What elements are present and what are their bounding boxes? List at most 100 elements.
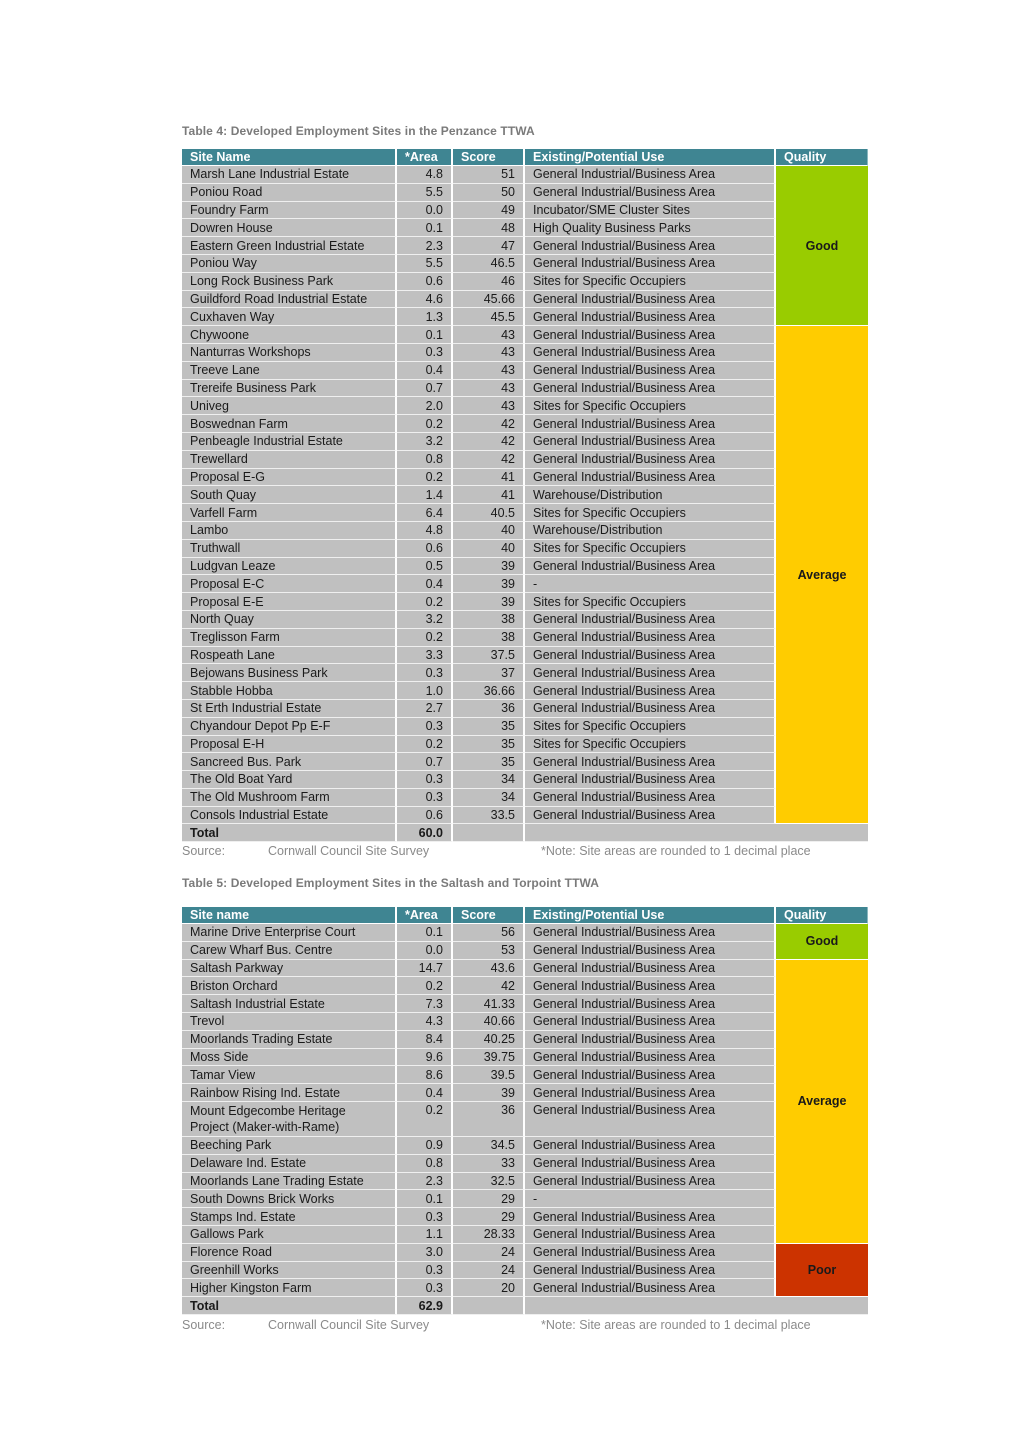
- total-area: 60.0: [397, 824, 453, 843]
- site-name-cell: Proposal E-H: [182, 735, 397, 754]
- site-name-cell: Beeching Park: [182, 1136, 397, 1155]
- table-row: Univeg 2.0 43 Sites for Specific Occupiers: [182, 397, 868, 416]
- area-cell: 8.4: [397, 1030, 453, 1049]
- table-row: St Erth Industrial Estate 2.7 36 General In…: [182, 699, 868, 718]
- use-cell: General Industrial/Business Area: [525, 682, 776, 700]
- area-note: *Note: Site areas are rounded to 1 decim…: [541, 844, 811, 858]
- use-cell: General Industrial/Business Area: [525, 1136, 776, 1155]
- use-cell: General Industrial/Business Area: [525, 379, 776, 398]
- site-name-cell: Marsh Lane Industrial Estate: [182, 166, 397, 184]
- use-cell: General Industrial/Business Area: [525, 254, 776, 273]
- site-name-cell: Proposal E-C: [182, 575, 397, 594]
- total-row: Total 62.9: [182, 1297, 868, 1315]
- use-cell: Sites for Specific Occupiers: [525, 397, 776, 416]
- use-cell: General Industrial/Business Area: [525, 610, 776, 629]
- site-name-cell: Rainbow Rising Ind. Estate: [182, 1084, 397, 1102]
- score-cell: 20: [453, 1279, 525, 1298]
- quality-badge-poor: Poor: [776, 1243, 868, 1298]
- site-name-cell: Saltash Parkway: [182, 959, 397, 978]
- source-value: Cornwall Council Site Survey: [268, 1318, 430, 1332]
- score-cell: 36: [453, 1101, 525, 1137]
- score-cell: 50: [453, 183, 525, 202]
- table-row: Consols Industrial Estate 0.6 33.5 General …: [182, 806, 868, 825]
- site-name-cell: Cuxhaven Way: [182, 308, 397, 327]
- table-row: Proposal E-H 0.2 35 Sites for Specific Occu…: [182, 735, 868, 754]
- site-name-cell: Moorlands Lane Trading Estate: [182, 1172, 397, 1191]
- area-cell: 0.4: [397, 361, 453, 380]
- area-cell: 0.3: [397, 664, 453, 683]
- score-cell: 33.5: [453, 806, 525, 825]
- score-cell: 40.25: [453, 1030, 525, 1049]
- area-cell: 1.0: [397, 682, 453, 700]
- score-cell: 29: [453, 1190, 525, 1209]
- use-cell: General Industrial/Business Area: [525, 1261, 776, 1280]
- table-row: Lambo 4.8 40 Warehouse/Distribution: [182, 521, 868, 540]
- score-cell: 43: [453, 343, 525, 362]
- table5-body: Marine Drive Enterprise Court 0.1 56 Genera…: [182, 924, 868, 1315]
- area-cell: 4.3: [397, 1012, 453, 1031]
- area-cell: 1.4: [397, 486, 453, 505]
- table-row: South Downs Brick Works 0.1 29-: [182, 1190, 868, 1209]
- use-cell: General Industrial/Business Area: [525, 1101, 776, 1137]
- use-cell: General Industrial/Business Area: [525, 361, 776, 380]
- table-row: Bejowans Business Park 0.3 37 General Indus…: [182, 664, 868, 683]
- site-name-cell: Mount Edgecombe Heritage Project (Maker-…: [182, 1101, 397, 1137]
- site-name-cell: Florence Road: [182, 1243, 397, 1262]
- table4-body: Marsh Lane Industrial Estate 4.8 51 General…: [182, 166, 868, 843]
- col-area: *Area: [397, 907, 453, 924]
- use-cell: Sites for Specific Occupiers: [525, 735, 776, 754]
- table5-saltash-sites: Site name *Area Score Existing/Potential…: [182, 907, 868, 1315]
- area-cell: 0.1: [397, 1190, 453, 1209]
- use-cell: General Industrial/Business Area: [525, 753, 776, 772]
- area-cell: 0.6: [397, 272, 453, 291]
- use-cell: Sites for Specific Occupiers: [525, 272, 776, 291]
- use-cell: General Industrial/Business Area: [525, 326, 776, 344]
- table-row: Dowren House 0.1 48 High Quality Business P…: [182, 219, 868, 238]
- table-row: Truthwall 0.6 40 Sites for Specific Occupie…: [182, 539, 868, 558]
- score-cell: 24: [453, 1261, 525, 1280]
- use-cell: General Industrial/Business Area: [525, 1084, 776, 1102]
- area-cell: 0.2: [397, 415, 453, 433]
- table-row: Saltash Industrial Estate 7.3 41.33 General…: [182, 995, 868, 1013]
- score-cell: 34: [453, 771, 525, 789]
- use-cell: Warehouse/Distribution: [525, 521, 776, 540]
- table-row: Nanturras Workshops 0.3 43 General Industri…: [182, 343, 868, 362]
- col-area: *Area: [397, 149, 453, 166]
- use-cell: General Industrial/Business Area: [525, 415, 776, 433]
- score-cell: 45.66: [453, 290, 525, 309]
- score-cell: 39.75: [453, 1048, 525, 1067]
- site-name-cell: The Old Mushroom Farm: [182, 788, 397, 807]
- use-cell: High Quality Business Parks: [525, 219, 776, 238]
- site-name-cell: Higher Kingston Farm: [182, 1279, 397, 1298]
- table-row: Cuxhaven Way 1.3 45.5 General Industrial/Bu…: [182, 308, 868, 327]
- site-name-cell: North Quay: [182, 610, 397, 629]
- area-cell: 2.3: [397, 237, 453, 255]
- use-cell: General Industrial/Business Area: [525, 557, 776, 576]
- table-row: Briston Orchard 0.2 42 General Industrial/B…: [182, 977, 868, 996]
- area-cell: 0.1: [397, 326, 453, 344]
- area-cell: 0.6: [397, 539, 453, 558]
- area-cell: 0.3: [397, 771, 453, 789]
- col-quality: Quality: [776, 149, 868, 166]
- area-cell: 0.8: [397, 1154, 453, 1173]
- site-name-cell: Univeg: [182, 397, 397, 416]
- col-use: Existing/Potential Use: [525, 149, 776, 166]
- area-cell: 0.2: [397, 628, 453, 647]
- score-cell: 37: [453, 664, 525, 683]
- area-cell: 1.1: [397, 1225, 453, 1244]
- score-cell: 41: [453, 486, 525, 505]
- table-row: Rainbow Rising Ind. Estate 0.4 39 General I…: [182, 1084, 868, 1102]
- score-cell: 28.33: [453, 1225, 525, 1244]
- use-cell: General Industrial/Business Area: [525, 1172, 776, 1191]
- table5-caption: Table 5: Developed Employment Sites in t…: [182, 876, 600, 890]
- score-cell: 39.5: [453, 1066, 525, 1085]
- score-cell: 47: [453, 237, 525, 255]
- site-name-cell: Lambo: [182, 521, 397, 540]
- area-cell: 0.3: [397, 1208, 453, 1226]
- table-row: Long Rock Business Park 0.6 46 Sites for Sp…: [182, 272, 868, 291]
- score-cell: 41: [453, 468, 525, 487]
- use-cell: General Industrial/Business Area: [525, 1279, 776, 1298]
- score-cell: 38: [453, 628, 525, 647]
- site-name-cell: Dowren House: [182, 219, 397, 238]
- use-cell: General Industrial/Business Area: [525, 166, 776, 184]
